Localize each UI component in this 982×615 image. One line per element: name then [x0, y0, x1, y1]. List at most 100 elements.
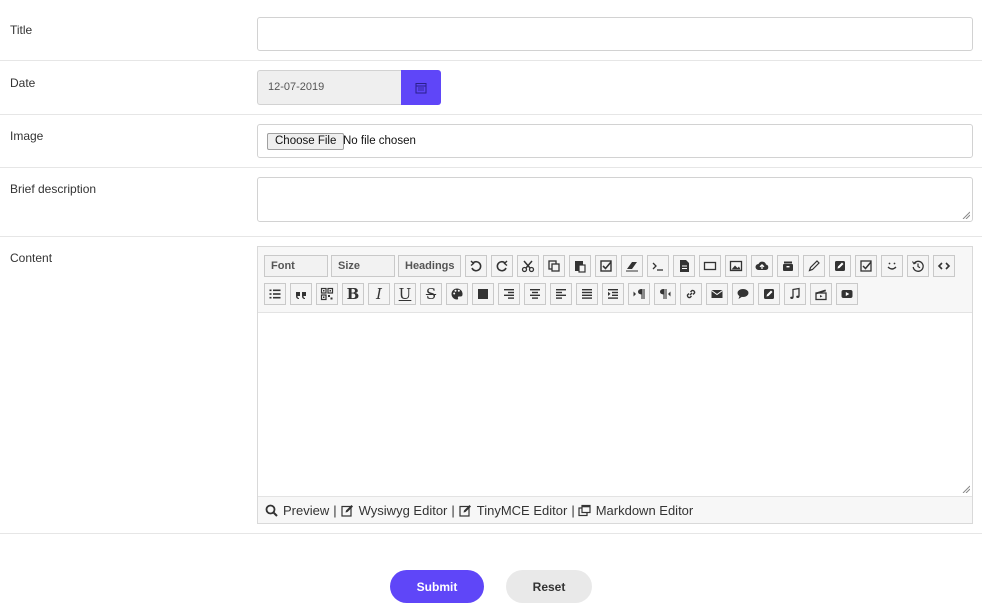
bold-button[interactable]: B — [342, 283, 364, 305]
comment-button[interactable] — [732, 283, 754, 305]
ltr-icon — [633, 289, 645, 299]
editor-footer: Preview | Wysiwyg Editor | TinyMCE Edito… — [258, 496, 972, 523]
pen-icon — [808, 260, 820, 272]
box-button[interactable] — [699, 255, 721, 277]
tinymce-editor-link[interactable]: TinyMCE Editor — [459, 502, 568, 518]
date-input[interactable]: 12-07-2019 — [257, 70, 402, 105]
file-status: No file chosen — [343, 135, 416, 147]
editor-content-area[interactable] — [258, 313, 972, 495]
windows-icon — [578, 504, 591, 516]
rtl-button[interactable] — [654, 283, 676, 305]
smiley-icon — [887, 262, 897, 270]
checkbox-edit-button[interactable] — [855, 255, 877, 277]
italic-icon: I — [376, 284, 382, 303]
document-icon — [680, 260, 689, 272]
source-code-icon — [937, 262, 951, 270]
content-editor: Font Size Headings B I U S Preview | Wys… — [257, 246, 973, 524]
strikethrough-button[interactable]: S — [420, 283, 442, 305]
palette-icon — [451, 288, 463, 300]
undo-button[interactable] — [465, 255, 487, 277]
source-code-button[interactable] — [933, 255, 955, 277]
quote-button[interactable] — [290, 283, 312, 305]
email-icon — [711, 290, 723, 298]
resize-grip-icon[interactable] — [962, 485, 970, 493]
history-icon — [912, 260, 924, 272]
link-button[interactable] — [680, 283, 702, 305]
tinymce-label: TinyMCE Editor — [476, 502, 568, 518]
copy-button[interactable] — [543, 255, 565, 277]
indent-button[interactable] — [602, 283, 624, 305]
align-center-button[interactable] — [524, 283, 546, 305]
align-left-button[interactable] — [550, 283, 572, 305]
align-justify-button[interactable] — [576, 283, 598, 305]
editor-toolbar: Font Size Headings B I U S — [258, 247, 972, 313]
choose-file-button[interactable]: Choose File — [267, 133, 345, 150]
music-button[interactable] — [784, 283, 806, 305]
copy-icon — [548, 260, 560, 272]
edit-icon — [459, 504, 471, 517]
eraser-button[interactable] — [621, 255, 643, 277]
headings-dropdown[interactable]: Headings — [398, 255, 461, 277]
redo-button[interactable] — [491, 255, 513, 277]
fill-button[interactable] — [472, 283, 494, 305]
wysiwyg-label: Wysiwyg Editor — [358, 502, 448, 518]
image-label: Image — [10, 129, 44, 143]
paste-icon — [575, 261, 586, 273]
rtl-icon — [660, 289, 671, 299]
smiley-button[interactable] — [881, 255, 903, 277]
edit-icon — [341, 504, 353, 517]
bold-icon: B — [346, 284, 360, 303]
font-dropdown[interactable]: Font — [264, 255, 328, 277]
calendar-button[interactable] — [401, 70, 441, 105]
youtube-button[interactable] — [836, 283, 858, 305]
markdown-editor-link[interactable]: Markdown Editor — [578, 502, 694, 518]
align-right-button[interactable] — [498, 283, 520, 305]
edit-box-icon — [835, 261, 845, 271]
title-input[interactable] — [257, 17, 973, 51]
footer-separator: | — [571, 502, 575, 518]
select-all-button[interactable] — [595, 255, 617, 277]
wysiwyg-editor-link[interactable]: Wysiwyg Editor — [341, 502, 448, 518]
list-button[interactable] — [264, 283, 286, 305]
quote-icon — [296, 292, 306, 299]
size-dropdown[interactable]: Size — [331, 255, 395, 277]
video-clip-button[interactable] — [810, 283, 832, 305]
ltr-button[interactable] — [628, 283, 650, 305]
history-button[interactable] — [907, 255, 929, 277]
pen-button[interactable] — [803, 255, 825, 277]
embed-button[interactable] — [758, 283, 780, 305]
title-row: Title — [0, 0, 982, 61]
image-file-input: Choose File No file chosen — [257, 124, 973, 158]
eraser-icon — [626, 262, 638, 272]
reset-button[interactable]: Reset — [506, 570, 592, 603]
upload-button[interactable] — [751, 255, 773, 277]
email-button[interactable] — [706, 283, 728, 305]
palette-button[interactable] — [446, 283, 468, 305]
preview-link[interactable]: Preview — [265, 503, 329, 518]
qr-button[interactable] — [316, 283, 338, 305]
resize-grip-icon[interactable] — [962, 211, 970, 219]
document-button[interactable] — [673, 255, 695, 277]
preview-label: Preview — [283, 502, 330, 518]
select-all-icon — [600, 260, 612, 272]
search-icon — [265, 504, 278, 517]
image-icon — [729, 260, 743, 272]
image-button[interactable] — [725, 255, 747, 277]
align-right-icon — [504, 289, 514, 299]
brief-description-textarea[interactable] — [257, 177, 973, 222]
underline-button[interactable]: U — [394, 283, 416, 305]
code-terminal-button[interactable] — [647, 255, 669, 277]
submit-button[interactable]: Submit — [390, 570, 484, 603]
link-icon — [686, 289, 696, 299]
italic-button[interactable]: I — [368, 283, 390, 305]
date-label: Date — [10, 76, 36, 90]
date-row: Date — [0, 61, 982, 115]
archive-button[interactable] — [777, 255, 799, 277]
content-label: Content — [10, 251, 53, 265]
paste-button[interactable] — [569, 255, 591, 277]
align-center-icon — [530, 289, 540, 299]
align-justify-icon — [582, 289, 592, 299]
edit-box-button[interactable] — [829, 255, 851, 277]
markdown-label: Markdown Editor — [595, 502, 694, 518]
cut-button[interactable] — [517, 255, 539, 277]
